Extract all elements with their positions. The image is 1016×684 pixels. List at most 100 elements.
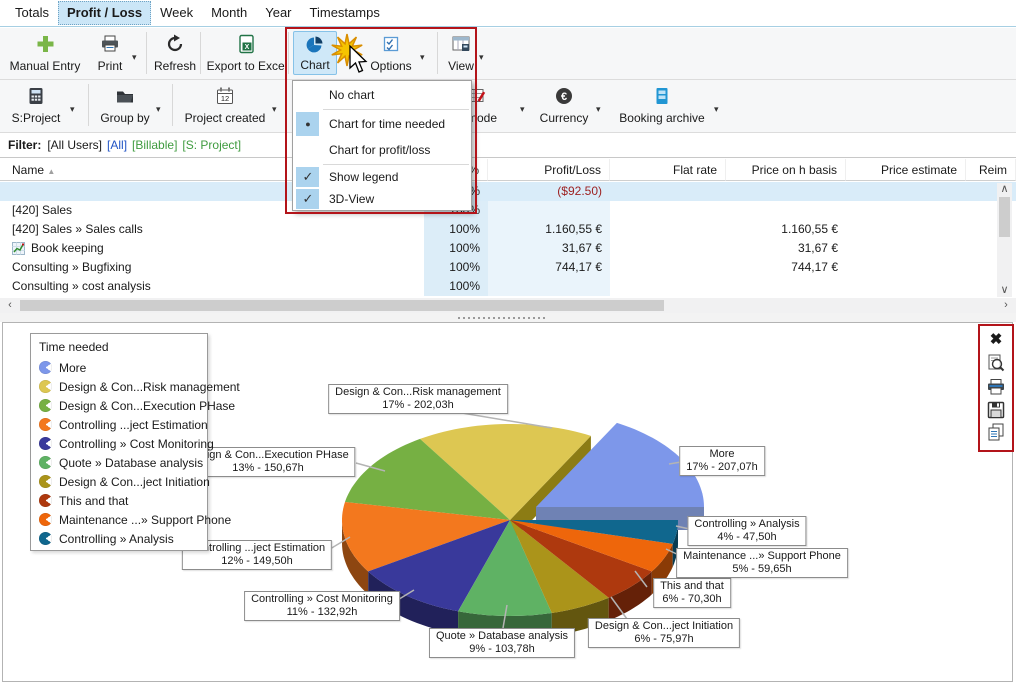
refresh-button[interactable]: Refresh: [152, 31, 198, 75]
vertical-scroll-thumb[interactable]: [999, 197, 1010, 237]
legend-item-label: Quote » Database analysis: [59, 456, 203, 470]
pie-label-name: More: [686, 448, 758, 461]
preview-icon[interactable]: [984, 352, 1008, 373]
cell-price_h: [726, 182, 846, 201]
pie-label-value: 6% - 70,30h: [660, 593, 724, 606]
options-icon: [381, 34, 401, 54]
legend-pie-icon: [39, 475, 52, 488]
cell-flat_rate: [610, 182, 726, 201]
print-icon[interactable]: [984, 376, 1008, 397]
column-header-price-on-h-basis[interactable]: Price on h basis: [726, 159, 846, 181]
horizontal-scrollbar[interactable]: ‹ ›: [0, 298, 1016, 313]
dropdown-arrow-icon[interactable]: ▾: [132, 52, 137, 63]
printer-icon: [100, 34, 120, 54]
dropdown-arrow-icon[interactable]: ▾: [596, 104, 601, 115]
button-label: Manual Entry: [10, 59, 81, 73]
legend-item: Quote » Database analysis: [39, 453, 199, 472]
group-by-button[interactable]: Group by: [96, 83, 154, 127]
toolbar-separator: [172, 84, 173, 126]
menu-item-no-chart[interactable]: No chart: [293, 81, 471, 108]
menu-item-label: Chart for profit/loss: [329, 143, 430, 157]
menu-separator: [323, 109, 469, 110]
dropdown-arrow-icon[interactable]: ▾: [70, 104, 75, 115]
legend-item: Maintenance ...» Support Phone: [39, 510, 199, 529]
tab-profit-loss[interactable]: Profit / Loss: [58, 1, 151, 25]
menu-item-3d-view[interactable]: ✓3D-View: [293, 188, 471, 210]
legend-pie-icon: [39, 418, 52, 431]
cell-profit_loss: 744,17 €: [488, 258, 610, 277]
scroll-right-icon[interactable]: ›: [999, 299, 1013, 312]
table-row[interactable]: Consulting » cost analysis100%: [0, 277, 1016, 296]
legend-pie-icon: [39, 399, 52, 412]
menu-item-show-legend[interactable]: ✓Show legend: [293, 166, 471, 188]
folder-icon: [115, 86, 135, 106]
save-icon[interactable]: [984, 399, 1008, 420]
print-button[interactable]: Print: [88, 31, 132, 75]
dropdown-arrow-icon[interactable]: ▾: [714, 104, 719, 115]
close-icon[interactable]: ✖: [984, 329, 1008, 350]
scroll-down-icon[interactable]: ∨: [997, 284, 1012, 297]
tab-year[interactable]: Year: [256, 1, 300, 25]
project-created-button[interactable]: 12Project created: [180, 83, 270, 127]
cell-flat_rate: [610, 277, 726, 296]
menu-item-chart-for-profit-loss[interactable]: Chart for profit/loss: [293, 137, 471, 163]
dropdown-arrow-icon[interactable]: ▾: [272, 104, 277, 115]
toolbar-separator: [200, 32, 201, 74]
currency-button[interactable]: €Currency: [536, 83, 592, 127]
legend-item: Controlling » Analysis: [39, 529, 199, 548]
tab-timestamps[interactable]: Timestamps: [301, 1, 389, 25]
horizontal-scroll-thumb[interactable]: [20, 300, 664, 311]
copy-icon[interactable]: [984, 421, 1008, 442]
toolbar-separator: [88, 84, 89, 126]
calendar-icon: 12: [215, 86, 235, 106]
pie-label-name: Design & Con...Execution PHase: [187, 449, 348, 462]
pie-icon: [305, 35, 325, 55]
cell-estimate: [846, 277, 966, 296]
legend-item-label: Design & Con...ject Initiation: [59, 475, 210, 489]
tab-week[interactable]: Week: [151, 1, 202, 25]
table-row[interactable]: Book keeping100%31,67 €31,67 €: [0, 239, 1016, 258]
booking-archive-button[interactable]: Booking archive: [614, 83, 710, 127]
scroll-left-icon[interactable]: ‹: [3, 299, 17, 312]
button-label: Booking archive: [619, 111, 704, 125]
panel-splitter[interactable]: [0, 313, 1016, 322]
filter-token[interactable]: [All Users]: [47, 138, 102, 152]
pie-label-value: 9% - 103,78h: [436, 643, 568, 656]
toolbar-main: Manual EntryPrint▾RefreshXExport to Exce…: [0, 28, 1016, 80]
vertical-scrollbar[interactable]: ∧ ∨: [997, 183, 1012, 297]
table-row[interactable]: 100%($92.50): [0, 182, 1016, 201]
pie-label-value: 6% - 75,97h: [595, 633, 733, 646]
table-row[interactable]: [420] Sales » Sales calls100%1.160,55 €1…: [0, 220, 1016, 239]
dropdown-arrow-icon[interactable]: ▾: [479, 52, 484, 63]
filter-token[interactable]: [Billable]: [132, 138, 177, 152]
s-project-button[interactable]: S:Project: [6, 83, 66, 127]
pie-label-value: 5% - 59,65h: [683, 563, 841, 576]
export-to-excel-button[interactable]: XExport to Excel: [206, 31, 288, 75]
cell-name: Consulting » cost analysis: [0, 277, 424, 296]
cell-price_h: [726, 277, 846, 296]
splitter-grip-icon: [458, 317, 548, 319]
column-header-price-estimate[interactable]: Price estimate: [846, 159, 966, 181]
table-row[interactable]: Consulting » Bugfixing100%744,17 €744,17…: [0, 258, 1016, 277]
menu-item-chart-for-time-needed[interactable]: ●Chart for time needed: [293, 111, 471, 137]
manual-entry-button[interactable]: Manual Entry: [6, 31, 84, 75]
legend-title: Time needed: [39, 340, 199, 354]
calculator-icon: [26, 86, 46, 106]
column-header-flat-rate[interactable]: Flat rate: [610, 159, 726, 181]
button-label: Refresh: [154, 59, 196, 73]
filter-token[interactable]: [All]: [107, 138, 127, 152]
table-row[interactable]: [420] Sales100%: [0, 201, 1016, 220]
dropdown-arrow-icon[interactable]: ▾: [520, 104, 525, 115]
pie-label-name: Controlling ...ject Estimation: [189, 542, 325, 555]
tab-bar: TotalsProfit / LossWeekMonthYearTimestam…: [0, 0, 1016, 27]
pie-slice-label: Controlling » Cost Monitoring11% - 132,9…: [244, 591, 400, 621]
dropdown-arrow-icon[interactable]: ▾: [420, 52, 425, 63]
column-header-reim[interactable]: Reim: [966, 159, 1016, 181]
column-header-profit-loss[interactable]: Profit/Loss: [488, 159, 610, 181]
scroll-up-icon[interactable]: ∧: [997, 183, 1012, 196]
tab-totals[interactable]: Totals: [6, 1, 58, 25]
filter-token[interactable]: [S: Project]: [182, 138, 241, 152]
dropdown-arrow-icon[interactable]: ▾: [156, 104, 161, 115]
view-button[interactable]: View: [443, 31, 479, 75]
tab-month[interactable]: Month: [202, 1, 256, 25]
